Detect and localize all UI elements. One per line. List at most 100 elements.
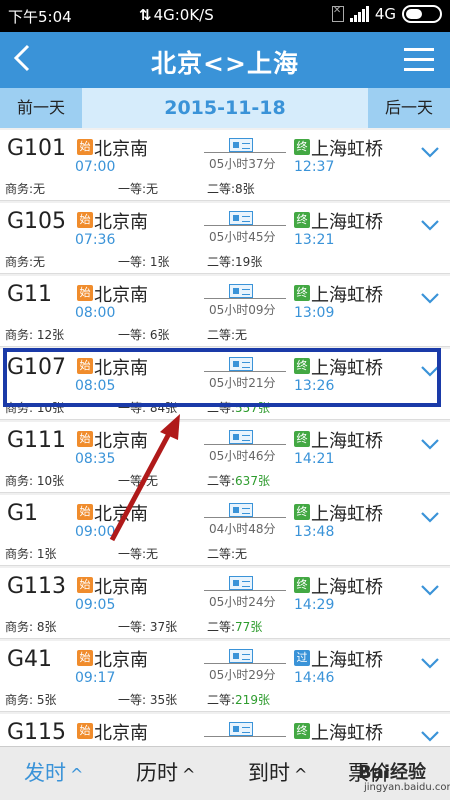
train-row[interactable]: G101 始北京南 07:00 05小时37分 终上海虹桥 12:37 商务:无 一等:无 二等… <box>0 130 450 201</box>
ticket-icon <box>229 503 253 517</box>
second-class-count: 19张 <box>235 255 263 269</box>
expand-chevron-icon[interactable] <box>420 146 440 158</box>
network-speed: ⇅ 4G:0K/S <box>139 6 214 24</box>
train-row[interactable]: G41 始北京南 09:17 05小时29分 过上海虹桥 14:46 商务: 5张 一等: 3… <box>0 641 450 712</box>
first-class-seats: 一等:无 <box>118 547 159 561</box>
end-badge-icon: 终 <box>294 285 310 301</box>
departure-station: 北京南 <box>94 723 148 744</box>
tab-label: 发时 <box>24 761 66 785</box>
ticket-icon <box>229 722 253 736</box>
train-row[interactable]: G1 始北京南 09:00 04小时48分 终上海虹桥 13:48 商务: 1张 一等:无 二等… <box>0 495 450 566</box>
carrier-label: 4G <box>374 5 396 23</box>
arrival-time: 14:46 <box>294 670 335 686</box>
network-speed-text: 4G:0K/S <box>153 6 214 24</box>
arrival-station: 上海虹桥 <box>311 212 383 233</box>
train-row[interactable]: G113 始北京南 09:05 05小时24分 终上海虹桥 14:29 商务: 8张 一等: … <box>0 568 450 639</box>
business-seats: 商务: 1张 <box>5 547 57 561</box>
arrival-time: 13:26 <box>294 378 335 394</box>
train-row[interactable]: G105 始北京南 07:36 05小时45分 终上海虹桥 13:21 商务:无 一等: 1张… <box>0 203 450 274</box>
menu-button[interactable] <box>404 48 434 72</box>
first-class-seats: 一等: 37张 <box>118 620 178 634</box>
arrival-time: 12:37 <box>294 159 335 175</box>
second-class-label: 二等: <box>207 620 236 634</box>
travel-duration: 05小时45分 <box>209 230 276 244</box>
expand-chevron-icon[interactable] <box>420 584 440 596</box>
arrival-station: 上海虹桥 <box>311 139 383 160</box>
arrival-time: 13:09 <box>294 305 335 321</box>
first-class-seats: 一等: 6张 <box>118 328 170 342</box>
expand-chevron-icon[interactable] <box>420 219 440 231</box>
start-badge-icon: 始 <box>77 212 93 228</box>
arrival-time: 14:21 <box>294 451 335 467</box>
end-badge-icon: 终 <box>294 723 310 739</box>
expand-chevron-icon[interactable] <box>420 730 440 742</box>
network-arrows-icon: ⇅ <box>139 6 152 24</box>
second-class-label: 二等: <box>207 547 236 561</box>
first-class-seats: 一等: 35张 <box>118 693 178 707</box>
second-class-seats: 二等:8张 <box>207 180 255 197</box>
departure-station: 北京南 <box>94 285 148 306</box>
end-badge-icon: 终 <box>294 358 310 374</box>
route-line <box>204 517 286 518</box>
start-badge-icon: 始 <box>77 577 93 593</box>
business-seats: 商务: 10张 <box>5 474 65 488</box>
date-label[interactable]: 2015-11-18 <box>82 88 368 128</box>
expand-chevron-icon[interactable] <box>420 365 440 377</box>
train-code: G113 <box>7 574 67 599</box>
expand-chevron-icon[interactable] <box>420 657 440 669</box>
second-class-seats: 二等:无 <box>207 326 247 343</box>
end-badge-icon: 终 <box>294 504 310 520</box>
no-sim-icon <box>331 5 344 22</box>
tab-duration[interactable]: 历时 ^ <box>136 757 195 787</box>
departure-time: 07:00 <box>75 159 116 175</box>
second-class-seats: 二等:219张 <box>207 691 270 708</box>
arrival-time: 13:21 <box>294 232 335 248</box>
expand-chevron-icon[interactable] <box>420 292 440 304</box>
page-title: 北京<>上海 <box>151 49 299 78</box>
second-class-count: 无 <box>235 547 248 561</box>
second-class-count: 557张 <box>235 401 270 415</box>
travel-duration: 05小时24分 <box>209 595 276 609</box>
expand-chevron-icon[interactable] <box>420 438 440 450</box>
prev-day-button[interactable]: 前一天 <box>0 88 82 128</box>
arrival-time: 14:29 <box>294 597 335 613</box>
second-class-label: 二等: <box>207 182 236 196</box>
tab-arrival-time[interactable]: 到时 ^ <box>248 757 307 787</box>
arrival-station: 上海虹桥 <box>311 431 383 452</box>
train-row[interactable]: G107 始北京南 08:05 05小时21分 终上海虹桥 13:26 商务: 10张 一等:… <box>0 349 450 420</box>
business-seats: 商务:无 <box>5 255 46 269</box>
caret-up-icon: ^ <box>182 765 196 784</box>
train-row[interactable]: G111 始北京南 08:35 05小时46分 终上海虹桥 14:21 商务: 10张 一等:… <box>0 422 450 493</box>
next-day-button[interactable]: 后一天 <box>368 88 450 128</box>
first-class-seats: 一等:无 <box>118 474 159 488</box>
second-class-label: 二等: <box>207 693 236 707</box>
expand-chevron-icon[interactable] <box>420 511 440 523</box>
watermark-sub: jingyan.baidu.com <box>364 782 450 793</box>
train-code: G101 <box>7 136 67 161</box>
title-bar: 北京<>上海 <box>0 32 450 88</box>
start-badge-icon: 始 <box>77 431 93 447</box>
departure-time: 08:00 <box>75 305 116 321</box>
start-badge-icon: 始 <box>77 139 93 155</box>
train-row[interactable]: G11 始北京南 08:00 05小时09分 终上海虹桥 13:09 商务: 12张 一等: … <box>0 276 450 347</box>
status-time: 下午5:04 <box>8 8 72 26</box>
status-right: 4G <box>331 5 442 23</box>
tab-label: 历时 <box>136 761 178 785</box>
arrival-station: 上海虹桥 <box>311 577 383 598</box>
tab-departure-time[interactable]: 发时 ^ <box>24 757 83 787</box>
start-badge-icon: 始 <box>77 723 93 739</box>
start-badge-icon: 始 <box>77 358 93 374</box>
second-class-seats: 二等:637张 <box>207 472 270 489</box>
ticket-icon <box>229 284 253 298</box>
arrival-station: 上海虹桥 <box>311 285 383 306</box>
second-class-count: 219张 <box>235 693 270 707</box>
departure-station: 北京南 <box>94 358 148 379</box>
departure-time: 09:00 <box>75 524 116 540</box>
first-class-seats: 一等: 1张 <box>118 255 170 269</box>
business-seats: 商务:无 <box>5 182 46 196</box>
start-badge-icon: 始 <box>77 285 93 301</box>
route-line <box>204 152 286 153</box>
watermark-text: Bai经验 <box>358 762 427 783</box>
business-seats: 商务: 10张 <box>5 401 65 415</box>
second-class-count: 637张 <box>235 474 270 488</box>
